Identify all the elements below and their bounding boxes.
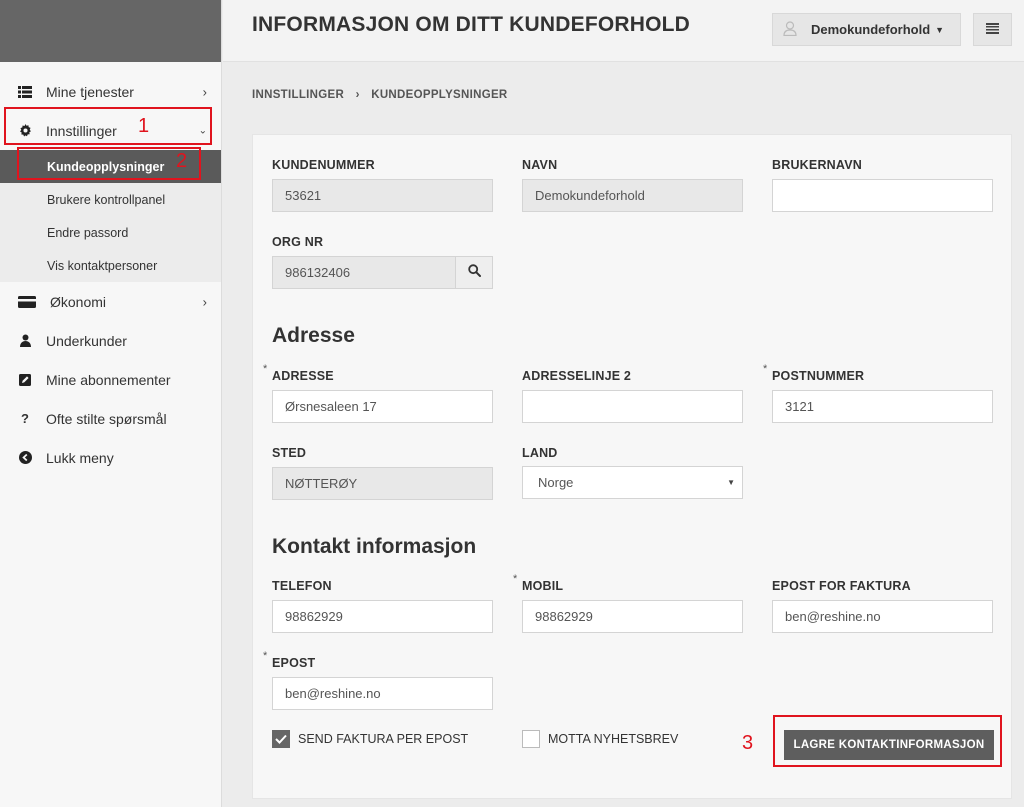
required-marker: * (263, 650, 268, 662)
gear-icon (18, 124, 32, 138)
question-icon: ? (21, 411, 29, 426)
nyhetsbrev-label: MOTTA NYHETSBREV (548, 732, 679, 746)
credit-card-icon (18, 295, 36, 309)
send-faktura-checkbox[interactable]: SEND FAKTURA PER EPOST (272, 730, 468, 748)
navn-label: NAVN (522, 158, 558, 172)
navn-field[interactable] (522, 179, 743, 212)
sidebar-item-label: Lukk meny (46, 449, 114, 466)
adresselinje2-field[interactable] (522, 390, 743, 423)
sidebar-item-faq[interactable]: ? Ofte stilte spørsmål (0, 399, 221, 438)
submenu-item-vis-kontaktpersoner[interactable]: Vis kontaktpersoner (0, 249, 221, 282)
user-icon (18, 334, 32, 348)
sidebar-item-label: Mine abonnementer (46, 371, 171, 388)
chevron-right-icon: › (202, 294, 207, 309)
list-icon (18, 85, 32, 99)
sidebar: Mine tjenester › Innstillinger ⌄ Kundeop… (0, 0, 222, 807)
land-label: LAND (522, 446, 558, 460)
kundenummer-label: KUNDENUMMER (272, 158, 375, 172)
sidebar-item-mine-abonnementer[interactable]: Mine abonnementer (0, 360, 221, 399)
sidebar-item-innstillinger[interactable]: Innstillinger ⌄ (0, 111, 221, 150)
checkbox-empty-icon (522, 730, 540, 748)
orgnr-search-button[interactable] (456, 256, 493, 289)
checkbox-checked-icon (272, 730, 290, 748)
adresse-label: * ADRESSE (263, 363, 334, 383)
user-name: Demokundeforhold (811, 22, 931, 37)
epost-faktura-label: EPOST FOR FAKTURA (772, 579, 911, 593)
sidebar-item-label: Underkunder (46, 332, 127, 349)
breadcrumb-separator-icon: › (355, 89, 360, 101)
required-marker: * (263, 363, 268, 375)
top-header: INFORMASJON OM DITT KUNDEFORHOLD Demokun… (223, 0, 1024, 62)
user-outline-icon (783, 20, 797, 39)
kundenummer-field[interactable] (272, 179, 493, 212)
chevron-down-icon: ⌄ (198, 125, 207, 136)
adresse-section-title: Adresse (272, 324, 355, 347)
sidebar-menu: Mine tjenester › Innstillinger ⌄ Kundeop… (0, 72, 221, 477)
submenu-item-brukere-kontrollpanel[interactable]: Brukere kontrollpanel (0, 183, 221, 216)
mobil-label: * MOBIL (513, 573, 564, 593)
telefon-field[interactable] (272, 600, 493, 633)
arrow-left-circle-icon (18, 451, 32, 465)
orgnr-field[interactable] (272, 256, 456, 289)
orgnr-label: ORG NR (272, 235, 324, 249)
required-marker: * (763, 363, 768, 375)
nyhetsbrev-checkbox[interactable]: MOTTA NYHETSBREV (522, 730, 678, 748)
page-title: INFORMASJON OM DITT KUNDEFORHOLD (252, 13, 691, 36)
required-marker: * (513, 573, 518, 585)
save-contact-info-button[interactable]: LAGRE KONTAKTINFORMASJON (784, 730, 994, 760)
postnummer-label: * POSTNUMMER (763, 363, 865, 383)
kontakt-section-title: Kontakt informasjon (272, 535, 477, 558)
epost-faktura-field[interactable] (772, 600, 993, 633)
sidebar-item-label: Mine tjenester (46, 83, 134, 100)
epost-label: * EPOST (263, 650, 316, 670)
postnummer-field[interactable] (772, 390, 993, 423)
edit-icon (18, 373, 32, 387)
breadcrumb-current: KUNDEOPPLYSNINGER (371, 89, 508, 101)
menu-toggle-button[interactable] (973, 13, 1012, 46)
telefon-label: TELEFON (272, 579, 332, 593)
sidebar-item-lukk-meny[interactable]: Lukk meny (0, 438, 221, 477)
settings-submenu: Kundeopplysninger Brukere kontrollpanel … (0, 150, 221, 282)
brukernavn-field[interactable] (772, 179, 993, 212)
sidebar-item-label: Økonomi (50, 293, 107, 310)
submenu-item-kundeopplysninger[interactable]: Kundeopplysninger (0, 150, 221, 183)
breadcrumb: INNSTILLINGER › KUNDEOPPLYSNINGER (252, 89, 508, 101)
sted-label: STED (272, 446, 307, 460)
chevron-right-icon: › (202, 84, 207, 99)
sted-field[interactable] (272, 467, 493, 500)
hamburger-icon (986, 21, 999, 39)
send-faktura-label: SEND FAKTURA PER EPOST (298, 732, 469, 746)
sidebar-item-mine-tjenester[interactable]: Mine tjenester › (0, 72, 221, 111)
brukernavn-label: BRUKERNAVN (772, 158, 862, 172)
adresse-field[interactable] (272, 390, 493, 423)
search-icon (467, 263, 481, 282)
epost-field[interactable] (272, 677, 493, 710)
user-dropdown-button[interactable]: Demokundeforhold ▼ (772, 13, 961, 46)
sidebar-item-okonomi[interactable]: Økonomi › (0, 282, 221, 321)
logo-bar (0, 0, 221, 62)
sidebar-item-underkunder[interactable]: Underkunder (0, 321, 221, 360)
submenu-item-endre-passord[interactable]: Endre passord (0, 216, 221, 249)
caret-down-icon: ▼ (935, 24, 945, 35)
sidebar-item-label: Ofte stilte spørsmål (46, 410, 167, 427)
mobil-field[interactable] (522, 600, 743, 633)
select-arrow-icon: ▼ (727, 478, 735, 487)
land-selected-value: Norge (538, 475, 574, 490)
adresselinje2-label: ADRESSELINJE 2 (522, 369, 632, 383)
customer-info-card: KUNDENUMMER NAVN BRUKERNAVN ORG NR Adres… (252, 134, 1012, 799)
sidebar-item-label: Innstillinger (46, 122, 117, 139)
breadcrumb-parent[interactable]: INNSTILLINGER (252, 89, 344, 101)
land-select[interactable]: Norge ▼ (522, 466, 743, 499)
